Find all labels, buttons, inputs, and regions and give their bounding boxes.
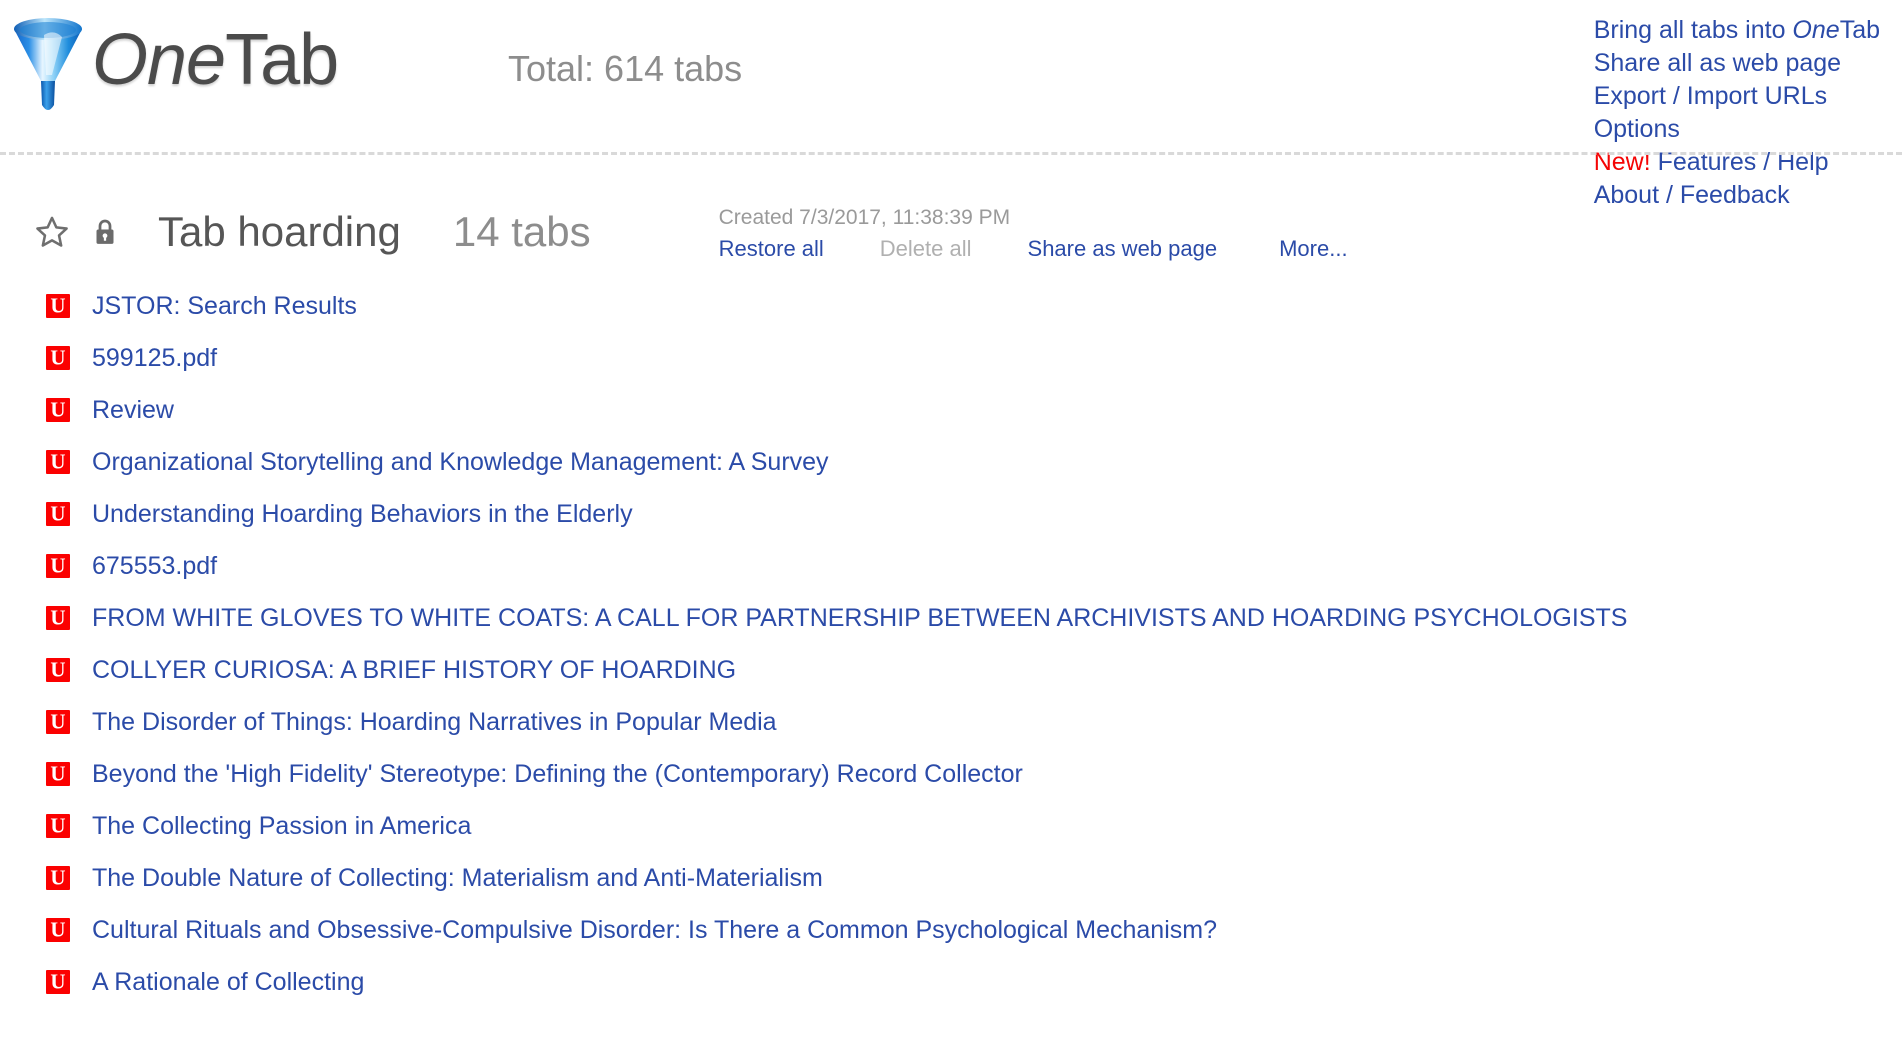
tab-title-link[interactable]: A Rationale of Collecting (92, 969, 364, 995)
tab-title-link[interactable]: Organizational Storytelling and Knowledg… (92, 449, 829, 475)
brand-name-one: One (92, 20, 226, 100)
brand-name-tab: Tab (225, 20, 339, 100)
onetab-page: OneTab Total: 614 tabs Bring all tabs in… (0, 0, 1902, 1054)
tab-title-link[interactable]: The Double Nature of Collecting: Materia… (92, 865, 823, 891)
tab-row[interactable]: U COLLYER CURIOSA: A BRIEF HISTORY OF HOA… (46, 644, 1902, 696)
red-u-favicon-icon: U (46, 294, 70, 318)
red-u-favicon-icon: U (46, 814, 70, 838)
tab-row[interactable]: U FROM WHITE GLOVES TO WHITE COATS: A CAL… (46, 592, 1902, 644)
total-tabs-count: Total: 614 tabs (508, 48, 743, 89)
favicon-letter: U (50, 398, 66, 422)
tab-group-meta: Created 7/3/2017, 11:38:39 PM Restore al… (719, 206, 1348, 262)
options-link[interactable]: Options (1594, 113, 1880, 146)
bring-all-prefix: Bring all tabs into (1593, 16, 1793, 44)
red-u-favicon-icon: U (46, 918, 70, 942)
delete-all-link[interactable]: Delete all (880, 236, 972, 262)
favicon-letter: U (50, 814, 66, 838)
tab-title-link[interactable]: Cultural Rituals and Obsessive-Compulsiv… (92, 917, 1217, 943)
tab-group-actions: Restore all Delete all Share as web page… (719, 236, 1348, 262)
tab-title-link[interactable]: Beyond the 'High Fidelity' Stereotype: D… (92, 761, 1023, 787)
brand-name: OneTab (92, 24, 339, 96)
favicon-letter: U (50, 346, 66, 370)
tab-row[interactable]: U 599125.pdf (46, 332, 1902, 384)
created-timestamp: Created 7/3/2017, 11:38:39 PM (718, 206, 1011, 229)
red-u-favicon-icon: U (46, 398, 70, 422)
tab-title-link[interactable]: The Disorder of Things: Hoarding Narrati… (92, 709, 777, 735)
favicon-letter: U (50, 762, 66, 786)
tab-title-link[interactable]: 675553.pdf (92, 553, 217, 579)
features-help-link[interactable]: New! Features / Help (1594, 146, 1880, 179)
tab-title-link[interactable]: The Collecting Passion in America (92, 813, 471, 839)
red-u-favicon-icon: U (46, 606, 70, 630)
tab-row[interactable]: U Understanding Hoarding Behaviors in the… (46, 488, 1902, 540)
tab-row[interactable]: U The Double Nature of Collecting: Materi… (46, 852, 1902, 904)
red-u-favicon-icon: U (46, 866, 70, 890)
favicon-letter: U (50, 658, 66, 682)
red-u-favicon-icon: U (46, 502, 70, 526)
tab-title-link[interactable]: JSTOR: Search Results (92, 293, 357, 319)
export-import-urls-link[interactable]: Export / Import URLs (1594, 80, 1880, 113)
tab-row[interactable]: U Organizational Storytelling and Knowled… (46, 436, 1902, 488)
tab-title-link[interactable]: FROM WHITE GLOVES TO WHITE COATS: A CALL… (92, 605, 1627, 631)
tab-row[interactable]: U Beyond the 'High Fidelity' Stereotype: … (46, 748, 1902, 800)
tab-group-count: 14 tabs (452, 208, 591, 255)
tab-row[interactable]: U JSTOR: Search Results (46, 280, 1902, 332)
tab-row[interactable]: U 675553.pdf (46, 540, 1902, 592)
tab-row[interactable]: U The Disorder of Things: Hoarding Narrat… (46, 696, 1902, 748)
share-all-as-web-page-link[interactable]: Share all as web page (1594, 47, 1880, 80)
red-u-favicon-icon: U (46, 762, 70, 786)
red-u-favicon-icon: U (46, 658, 70, 682)
tab-list: U JSTOR: Search Results U 599125.pdf U Review… (0, 280, 1902, 1008)
more-link[interactable]: More... (1279, 236, 1347, 262)
tab-group: Tab hoarding 14 tabs Created 7/3/2017, 1… (0, 196, 1902, 1008)
restore-all-link[interactable]: Restore all (719, 236, 824, 262)
tab-title-link[interactable]: Understanding Hoarding Behaviors in the … (92, 501, 633, 527)
favicon-letter: U (50, 918, 66, 942)
favicon-letter: U (50, 502, 66, 526)
tab-title-link[interactable]: Review (92, 397, 174, 423)
bring-all-tabs-into-onetab-link[interactable]: Bring all tabs into OneTab (1594, 14, 1880, 47)
favicon-letter: U (50, 294, 66, 318)
red-u-favicon-icon: U (46, 970, 70, 994)
header-divider (0, 152, 1902, 155)
tab-group-header: Tab hoarding 14 tabs Created 7/3/2017, 1… (0, 196, 1902, 268)
bring-all-one: One (1792, 16, 1840, 44)
bring-all-tab: Tab (1839, 16, 1880, 44)
lock-icon[interactable] (92, 217, 118, 247)
tab-group-title[interactable]: Tab hoarding (158, 211, 401, 253)
tab-title-link[interactable]: COLLYER CURIOSA: A BRIEF HISTORY OF HOAR… (92, 657, 736, 683)
page-header: OneTab Total: 614 tabs Bring all tabs in… (0, 0, 1902, 209)
red-u-favicon-icon: U (46, 450, 70, 474)
tab-row[interactable]: U Review (46, 384, 1902, 436)
favicon-letter: U (50, 970, 66, 994)
favicon-letter: U (50, 606, 66, 630)
favicon-letter: U (50, 710, 66, 734)
brand: OneTab (8, 4, 339, 122)
favicon-letter: U (50, 554, 66, 578)
favicon-letter: U (50, 450, 66, 474)
tab-title-link[interactable]: 599125.pdf (92, 345, 217, 371)
tab-row[interactable]: U A Rationale of Collecting (46, 956, 1902, 1008)
funnel-logo-icon (14, 18, 82, 110)
tab-row[interactable]: U Cultural Rituals and Obsessive-Compulsi… (46, 904, 1902, 956)
red-u-favicon-icon: U (46, 554, 70, 578)
share-as-web-page-link[interactable]: Share as web page (1028, 236, 1218, 262)
favicon-letter: U (50, 866, 66, 890)
tab-row[interactable]: U The Collecting Passion in America (46, 800, 1902, 852)
red-u-favicon-icon: U (46, 710, 70, 734)
star-outline-icon[interactable] (34, 214, 70, 250)
red-u-favicon-icon: U (46, 346, 70, 370)
top-navigation: Bring all tabs into OneTab Share all as … (1594, 14, 1880, 212)
